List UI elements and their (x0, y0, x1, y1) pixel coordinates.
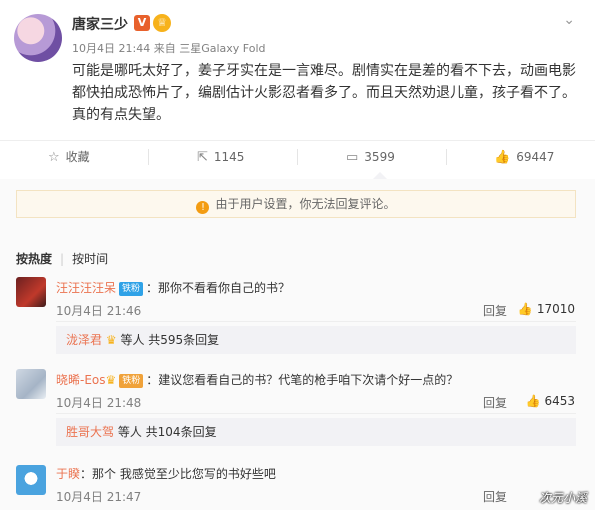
comment-icon: ▭ (346, 150, 359, 165)
chevron-down-icon[interactable]: ⌄ (563, 12, 575, 28)
like-button[interactable]: 👍 69447 (494, 141, 554, 173)
sub-reply-count: 等人 共595条回复 (120, 333, 220, 347)
divider (297, 149, 298, 165)
thumbs-up-icon: 👍 (494, 150, 511, 165)
reply-button[interactable]: 回复 (483, 394, 507, 411)
thumbs-up-icon: 👍 (517, 302, 533, 316)
sub-reply-count: 等人 共104条回复 (117, 425, 217, 439)
repost-button[interactable]: ⇱ 1145 (197, 141, 244, 173)
comment-line: 汪汪汪汪呆 铁粉 ：那你不看看你自己的书？ (56, 279, 290, 296)
comment-like-button[interactable]: 👍 17010 (518, 302, 575, 316)
weibo-post-card: 唐家三少 V ♕ ⌄ 10月4日 21:44 来自 三星Galaxy Fold … (0, 0, 595, 510)
crown-badge-icon: ♕ (153, 14, 171, 32)
post-source: 来自 三星Galaxy Fold (153, 42, 266, 55)
favorite-button[interactable]: ☆ 收藏 (48, 141, 90, 173)
comment-time: 10月4日 21:46 (56, 304, 142, 318)
comment-text: ：那你不看看你自己的书？ (146, 281, 291, 295)
sub-reply-user[interactable]: 泷泽君 (66, 333, 102, 347)
repost-icon: ⇱ (197, 150, 208, 165)
author-name[interactable]: 唐家三少 (72, 14, 128, 34)
comment-sort-tabs: 按热度 | 按时间 (16, 252, 109, 266)
comment-button[interactable]: ▭ 3599 (346, 141, 395, 173)
warning-icon: ! (196, 201, 210, 214)
action-bar: ☆ 收藏 ⇱ 1145 ▭ 3599 👍 69447 (0, 140, 595, 172)
commenter-name[interactable]: 汪汪汪汪呆 (56, 281, 116, 295)
comment-like-button[interactable]: 👍 6453 (526, 394, 576, 408)
thumbs-up-icon: 👍 (525, 394, 541, 408)
commenter-name[interactable]: 晓晞-Eos (56, 373, 106, 387)
sub-replies-link[interactable]: 胜哥大驾 等人 共104条回复 (56, 418, 576, 446)
fan-badge: 铁粉 (119, 374, 144, 388)
divider (446, 149, 447, 165)
divider (56, 321, 576, 322)
reply-button[interactable]: 回复 (483, 302, 507, 319)
commenter-avatar[interactable] (16, 369, 46, 399)
caret-pointer (373, 172, 387, 179)
verified-badge-icon: V (134, 15, 150, 31)
sub-reply-user[interactable]: 胜哥大驾 (66, 425, 114, 439)
watermark: 次元小溪 (538, 491, 587, 505)
sub-replies-link[interactable]: 泷泽君 ♛ 等人 共595条回复 (56, 326, 576, 354)
fan-badge: 铁粉 (119, 282, 144, 296)
commenter-name[interactable]: 于睽 (56, 467, 80, 481)
commenter-avatar[interactable] (16, 277, 46, 307)
comment-text: ：那个 我感觉至少比您写的书好些吧 (80, 467, 276, 481)
divider (56, 413, 576, 414)
sort-by-hot-tab[interactable]: 按热度 (16, 252, 52, 266)
commenter-avatar[interactable] (16, 465, 46, 495)
comment-time: 10月4日 21:47 (56, 490, 142, 504)
divider (148, 149, 149, 165)
post-meta: 10月4日 21:44 来自 三星Galaxy Fold (72, 40, 265, 56)
crown-badge-icon: ♛ (105, 333, 117, 347)
author-avatar[interactable] (14, 14, 62, 62)
post-time[interactable]: 10月4日 21:44 (72, 42, 150, 55)
comment-line: 于睽：那个 我感觉至少比您写的书好些吧 (56, 465, 276, 482)
comment-text: ：建议您看看自己的书？代笔的枪手咱下次请个好一点的？ (146, 373, 459, 387)
reply-disabled-notice: ! 由于用户设置，你无法回复评论。 (16, 190, 576, 218)
comment-time: 10月4日 21:48 (56, 396, 142, 410)
sort-by-time-tab[interactable]: 按时间 (72, 252, 108, 266)
comment-section: ! 由于用户设置，你无法回复评论。 按热度 | 按时间 汪汪汪汪呆 铁粉 ：那你不看看你自… (0, 179, 595, 510)
post-text: 可能是哪吒太好了，姜子牙实在是一言难尽。剧情实在是差的看不下去，动画电影都快拍成… (72, 63, 576, 123)
comment-line: 晓晞-Eos♛ 铁粉 ：建议您看看自己的书？代笔的枪手咱下次请个好一点的？ (56, 371, 458, 388)
reply-button[interactable]: 回复 (483, 488, 507, 505)
crown-badge-icon: ♛ (105, 373, 117, 387)
star-icon: ☆ (48, 150, 60, 165)
